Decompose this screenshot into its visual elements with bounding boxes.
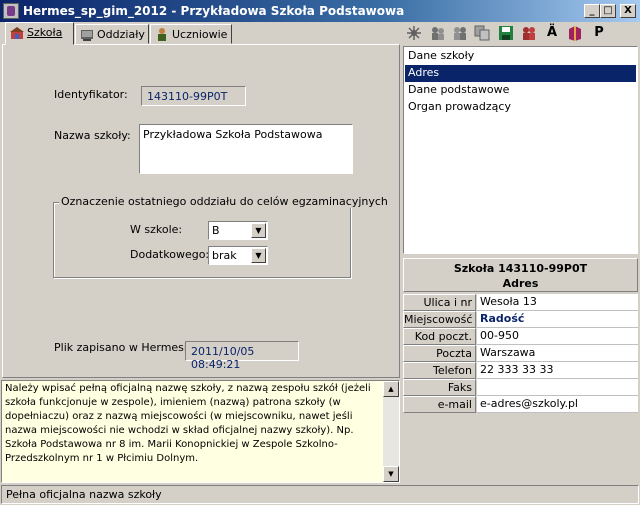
in-school-value: B <box>212 224 220 237</box>
list-item-governing-body[interactable]: Organ prowadzący <box>405 99 636 116</box>
tab-students-label: Uczniowie <box>172 28 228 41</box>
phone-label: Telefon <box>403 362 476 379</box>
email-value[interactable]: e-adres@szkoly.pl <box>477 396 638 413</box>
saved-timestamp: 2011/10/05 08:49:21 <box>185 341 299 371</box>
address-info-panel: Szkoła 143110-99P0T Adres Ulica i nr Wes… <box>403 258 638 480</box>
exam-class-group-title: Oznaczenie ostatniego oddziału do celów … <box>59 195 390 208</box>
additional-value: brak <box>212 249 237 262</box>
section-list[interactable]: Dane szkoły Adres Dane podstawowe Organ … <box>403 46 638 254</box>
p-icon[interactable]: P <box>590 25 608 41</box>
tab-classes[interactable]: Oddziały <box>75 24 149 44</box>
chevron-down-icon[interactable]: ▼ <box>251 248 266 263</box>
help-scrollbar[interactable]: ▲ ▼ <box>383 381 399 482</box>
classes-icon <box>80 28 94 41</box>
a-umlaut-icon[interactable]: Ä <box>543 25 561 41</box>
info-header-title: Szkoła 143110-99P0T <box>453 262 588 275</box>
status-text: Pełna oficjalna nazwa szkoły <box>6 488 162 501</box>
post-office-label: Poczta <box>403 345 476 362</box>
help-panel: Należy wpisać pełną oficjalną nazwę szko… <box>1 380 400 483</box>
in-school-label: W szkole: <box>130 223 183 236</box>
info-header: Szkoła 143110-99P0T Adres <box>403 258 638 292</box>
copy-icon[interactable] <box>473 25 491 41</box>
minimize-button[interactable]: _ <box>584 4 600 18</box>
school-tab-panel: Identyfikator: 143110-99P0T Nazwa szkoły… <box>2 44 400 378</box>
save-icon[interactable] <box>497 25 515 41</box>
additional-select[interactable]: brak ▼ <box>208 246 268 265</box>
fax-value[interactable] <box>477 379 638 396</box>
list-item-school-data[interactable]: Dane szkoły <box>405 48 636 65</box>
phone-value[interactable]: 22 333 33 33 <box>477 362 638 379</box>
school-name-field[interactable]: Przykładowa Szkoła Podstawowa <box>139 124 353 174</box>
list-item-address[interactable]: Adres <box>405 65 636 82</box>
students-icon <box>155 28 169 41</box>
additional-label: Dodatkowego: <box>130 248 210 261</box>
tab-classes-label: Oddziały <box>97 28 145 41</box>
close-button[interactable]: X <box>620 4 636 18</box>
email-label: e-mail <box>403 396 476 413</box>
tab-school-label: Szkoła <box>27 26 63 39</box>
tab-school[interactable]: Szkoła <box>5 22 74 45</box>
users-icon[interactable] <box>429 25 447 41</box>
postal-code-label: Kod poczt. <box>403 328 476 345</box>
status-bar: Pełna oficjalna nazwa szkoły <box>1 485 639 504</box>
info-header-subtitle: Adres <box>502 277 539 290</box>
tab-students[interactable]: Uczniowie <box>150 24 232 44</box>
school-icon <box>10 26 24 39</box>
list-item-basic-data[interactable]: Dane podstawowe <box>405 82 636 99</box>
post-office-value[interactable]: Warszawa <box>477 345 638 362</box>
people-icon[interactable] <box>520 25 538 41</box>
identifier-field: 143110-99P0T <box>141 86 246 106</box>
identifier-label: Identyfikator: <box>54 88 128 101</box>
in-school-select[interactable]: B ▼ <box>208 221 268 240</box>
scroll-up-icon[interactable]: ▲ <box>383 381 399 397</box>
chevron-down-icon[interactable]: ▼ <box>251 223 266 238</box>
users-group-icon[interactable] <box>451 25 469 41</box>
book-icon[interactable] <box>566 25 584 41</box>
help-text: Należy wpisać pełną oficjalną nazwę szko… <box>5 383 371 464</box>
school-name-label: Nazwa szkoły: <box>54 129 131 142</box>
scroll-down-icon[interactable]: ▼ <box>383 466 399 482</box>
street-label: Ulica i nr <box>403 294 476 311</box>
city-label: Miejscowość <box>403 311 476 328</box>
saved-label: Plik zapisano w Hermesie: <box>54 341 198 354</box>
city-value[interactable]: Radość <box>477 311 638 328</box>
title-bar[interactable]: Hermes_sp_gim_2012 - Przykładowa Szkoła … <box>0 0 640 22</box>
network-icon[interactable] <box>405 25 423 41</box>
fax-label: Faks <box>403 379 476 396</box>
exam-class-group <box>53 202 351 278</box>
app-icon[interactable] <box>3 3 19 19</box>
postal-code-value[interactable]: 00-950 <box>477 328 638 345</box>
street-value[interactable]: Wesoła 13 <box>477 294 638 311</box>
window-title: Hermes_sp_gim_2012 - Przykładowa Szkoła … <box>23 4 405 18</box>
maximize-button[interactable]: □ <box>600 4 616 18</box>
